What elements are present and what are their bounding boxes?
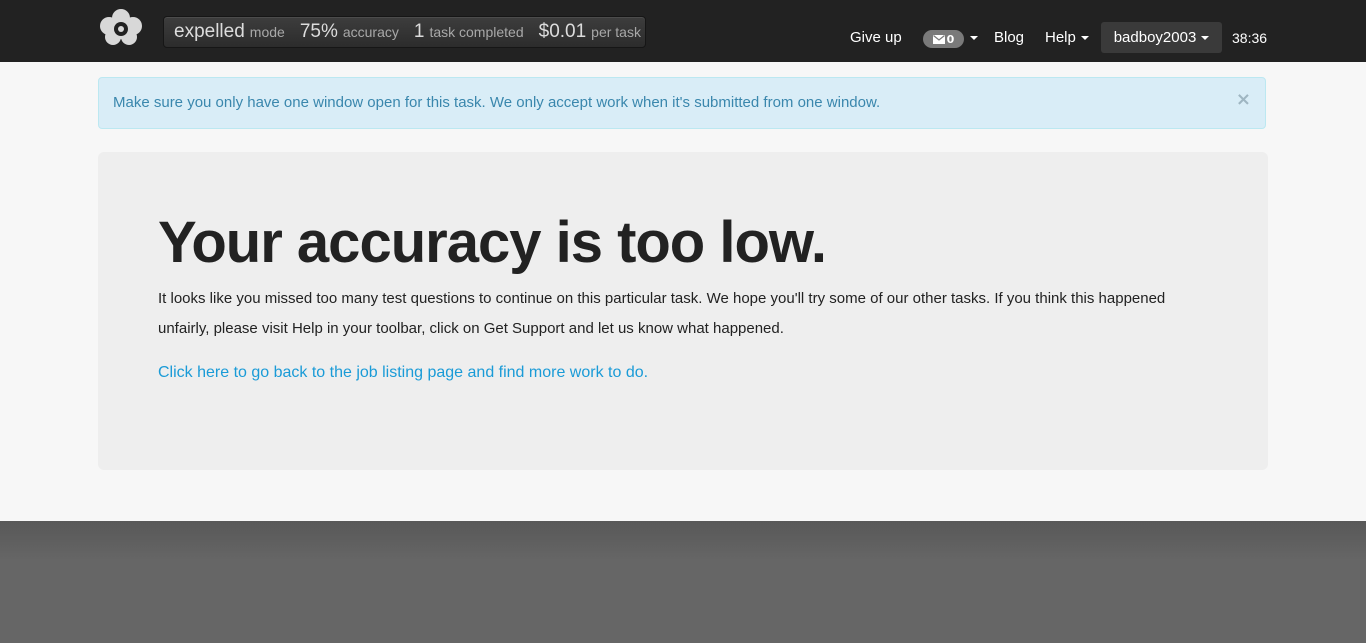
worker-stats-bar: expelled mode 75% accuracy 1 task comple…: [163, 16, 646, 48]
envelope-icon: [932, 34, 945, 44]
pay-value: $0.01: [538, 21, 587, 42]
mail-dropdown[interactable]: 0: [923, 30, 964, 48]
alert-message: Make sure you only have one window open …: [113, 94, 881, 111]
mode-label: mode: [249, 24, 285, 40]
job-listing-link[interactable]: Click here to go back to the job listing…: [158, 364, 648, 382]
hero-unit: Your accuracy is too low. It looks like …: [98, 152, 1268, 470]
help-label: Help: [1045, 29, 1076, 46]
accuracy-value: 75%: [299, 21, 338, 42]
caret-down-icon[interactable]: [970, 36, 978, 40]
hero-description: It looks like you missed too many test q…: [158, 290, 1166, 337]
page-title: Your accuracy is too low.: [158, 210, 827, 275]
mode-value: expelled: [174, 21, 245, 42]
info-alert: Make sure you only have one window open …: [98, 77, 1266, 129]
flower-logo-icon[interactable]: [98, 8, 144, 46]
give-up-link[interactable]: Give up: [850, 24, 902, 52]
help-dropdown[interactable]: Help: [1045, 24, 1089, 52]
tasks-completed-value: 1: [413, 21, 425, 42]
mail-count: 0: [946, 32, 955, 46]
pay-label: per task: [591, 24, 641, 40]
accuracy-label: accuracy: [342, 24, 399, 40]
blog-link[interactable]: Blog: [994, 24, 1024, 52]
task-timer: 38:36: [1232, 30, 1268, 46]
username: badboy2003: [1113, 29, 1197, 46]
user-menu-button[interactable]: badboy2003: [1101, 22, 1222, 53]
caret-down-icon: [1080, 36, 1089, 41]
close-icon[interactable]: ×: [1236, 90, 1251, 110]
caret-down-icon: [1201, 35, 1210, 40]
page-bottom-area: [0, 521, 1366, 643]
tasks-completed-label: task completed: [429, 24, 524, 40]
top-navbar: expelled mode 75% accuracy 1 task comple…: [0, 0, 1366, 62]
